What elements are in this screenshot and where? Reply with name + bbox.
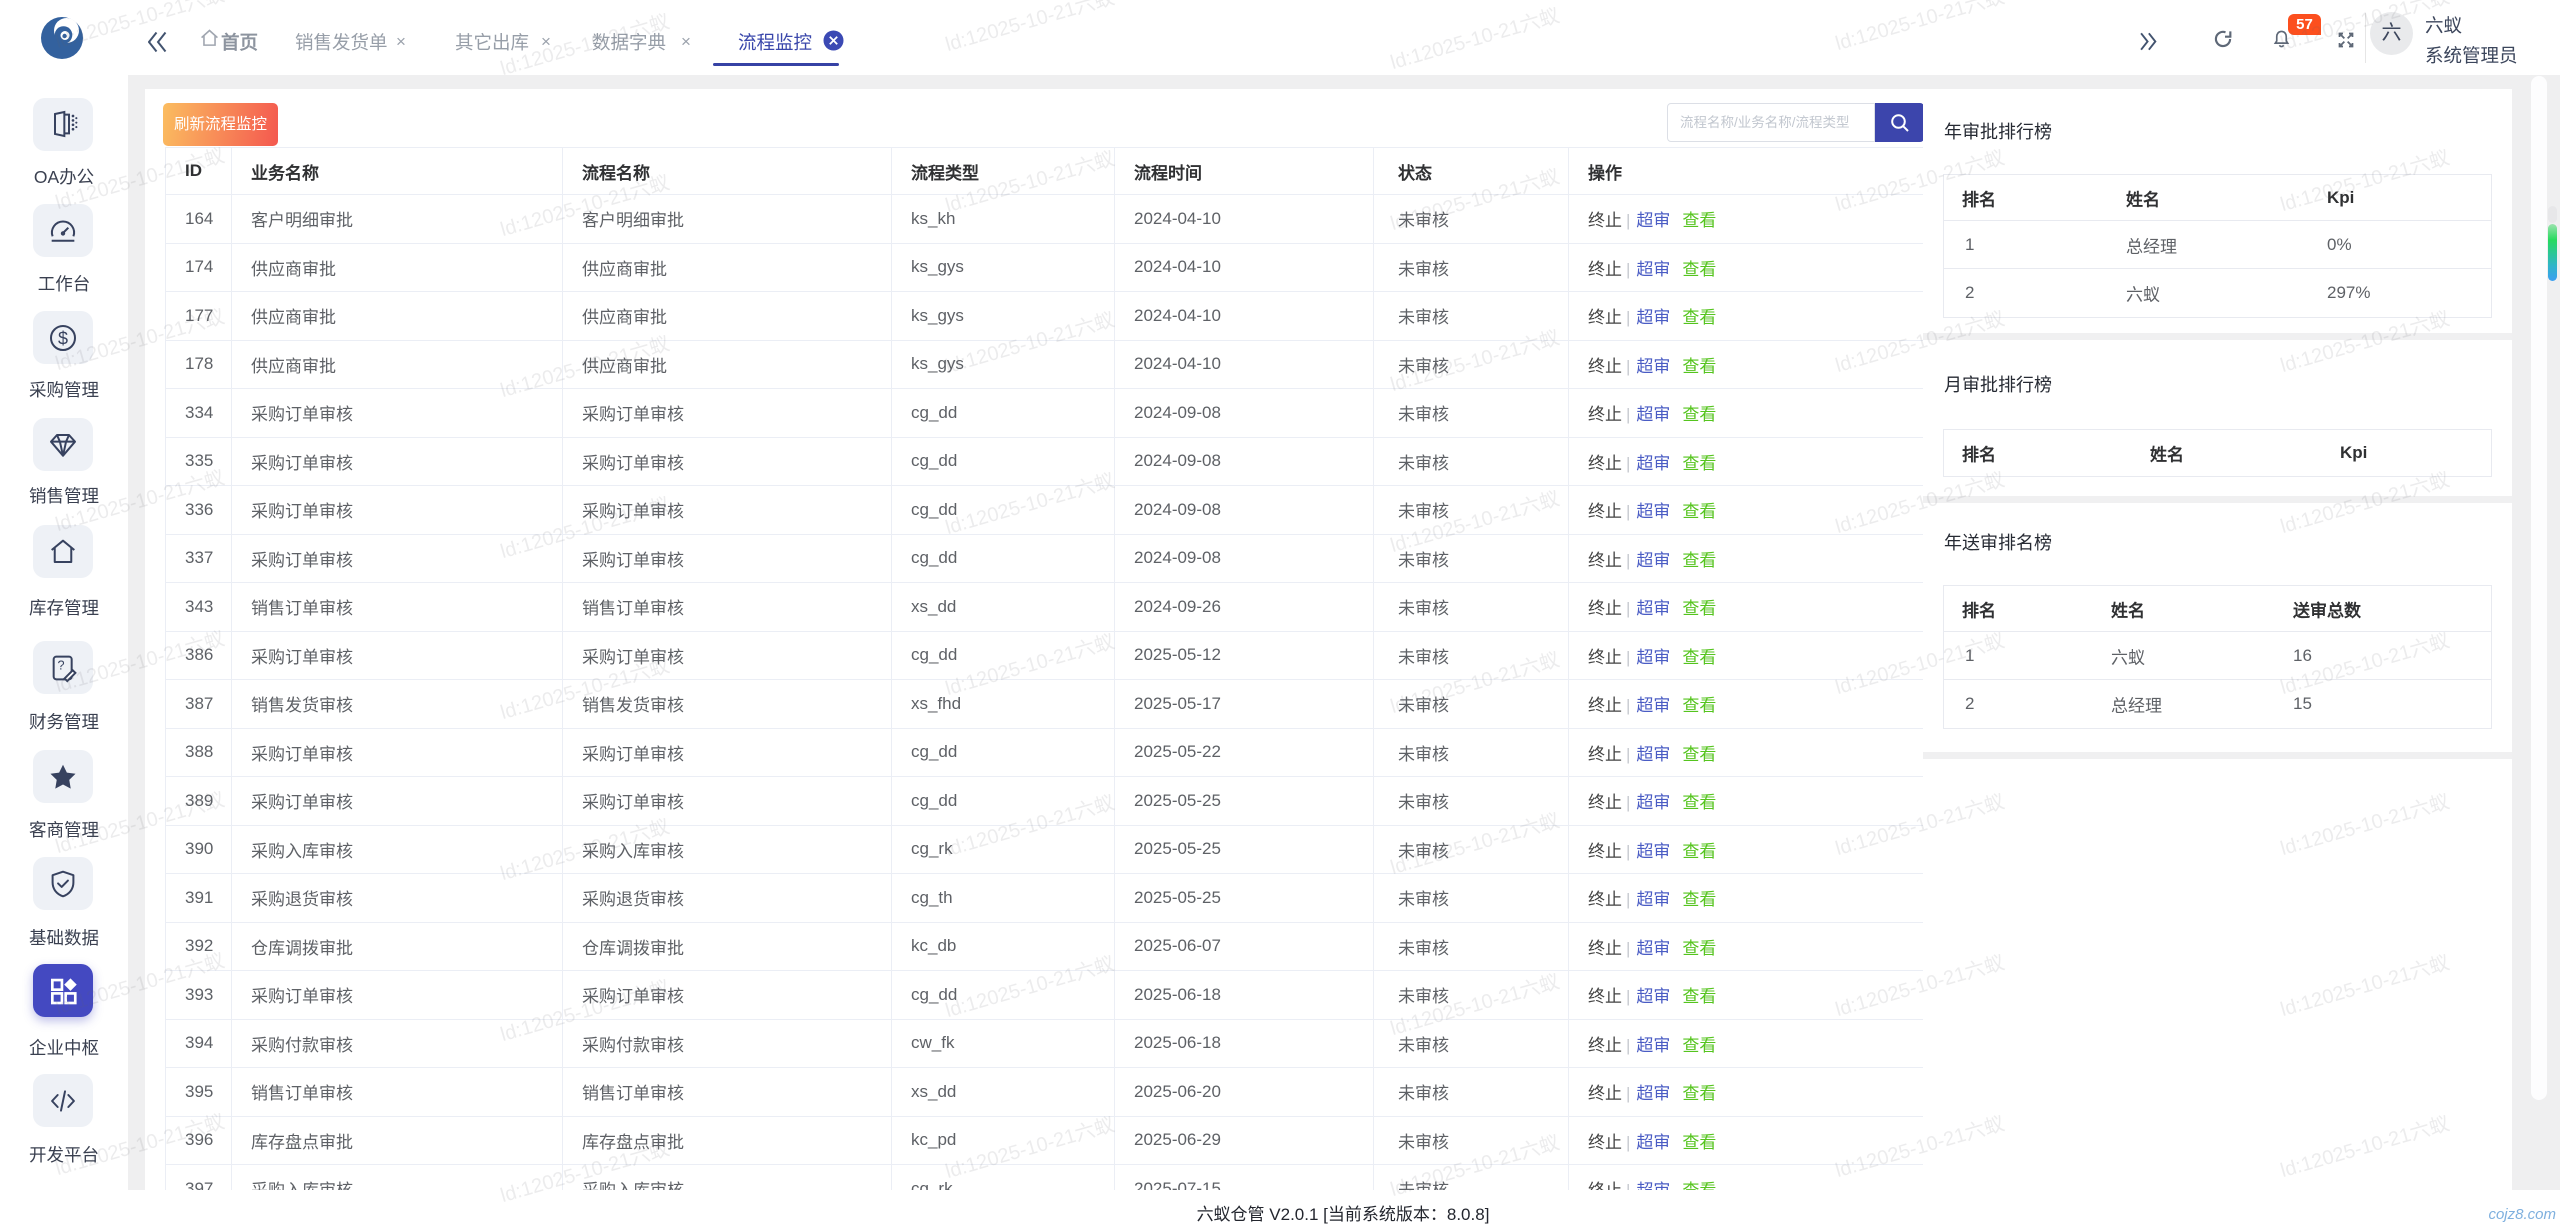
svg-text:$: $: [58, 328, 68, 348]
svg-text:?: ?: [57, 658, 64, 672]
